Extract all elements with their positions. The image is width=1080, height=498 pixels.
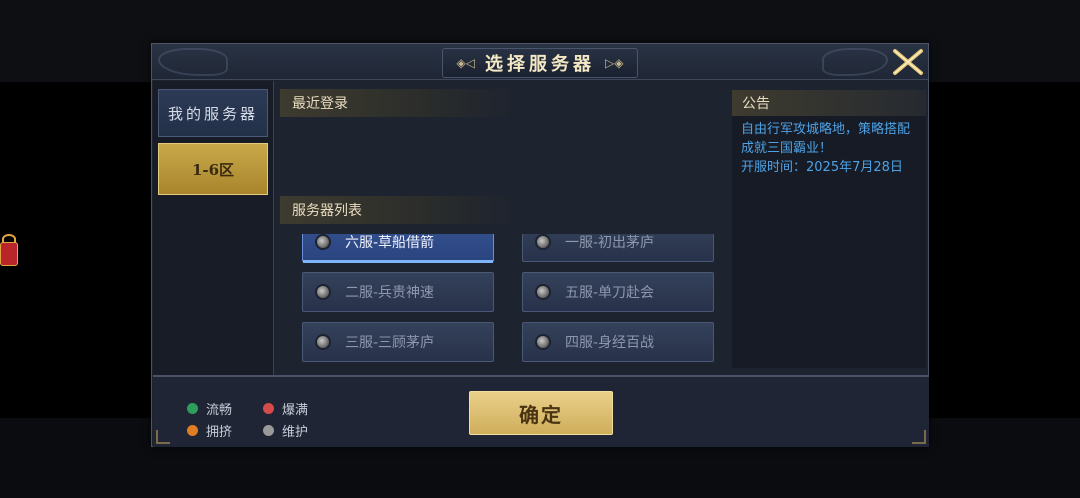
- orange-dot-icon: [187, 425, 198, 436]
- close-icon: [893, 49, 923, 75]
- green-dot-icon: [187, 403, 198, 414]
- my-servers-tab[interactable]: 我的服务器: [158, 89, 268, 137]
- recent-login-header: 最近登录: [280, 89, 520, 117]
- server-name: 二服-兵贵神速: [345, 285, 435, 301]
- red-dot-icon: [263, 403, 274, 414]
- server-item-3[interactable]: 三服-三顾茅庐: [302, 322, 494, 362]
- server-item-5[interactable]: 五服-单刀赴会: [522, 272, 714, 312]
- status-dot-icon: [315, 234, 331, 250]
- status-dot-icon: [315, 334, 331, 350]
- region-tab-1-6[interactable]: 1-6区: [158, 143, 268, 195]
- server-name: 六服-草船借箭: [345, 235, 435, 251]
- server-list-header: 服务器列表: [280, 196, 520, 224]
- status-dot-icon: [535, 334, 551, 350]
- close-button[interactable]: [890, 46, 926, 78]
- legend-full: 爆满: [263, 399, 308, 418]
- region-sidebar: 我的服务器 1-6区: [153, 81, 274, 375]
- title-bar: ◈◁ 选择服务器 ▷◈: [152, 44, 928, 80]
- corner-ornament-icon: [912, 430, 926, 444]
- confirm-button[interactable]: 确定: [469, 391, 613, 435]
- corner-ornament-icon: [156, 430, 170, 444]
- legend-maintenance: 维护: [263, 421, 308, 440]
- server-name: 五服-单刀赴会: [565, 285, 655, 301]
- server-item-4[interactable]: 四服-身经百战: [522, 322, 714, 362]
- notice-line: 开服时间：2025年7月28日: [741, 160, 903, 175]
- cloud-ornament-icon: [822, 48, 888, 76]
- title-plate: ◈◁ 选择服务器 ▷◈: [442, 48, 638, 78]
- gift-icon[interactable]: [0, 230, 20, 270]
- server-name: 一服-初出茅庐: [565, 235, 655, 251]
- ornament-right-icon: ▷◈: [605, 56, 624, 70]
- server-item-2[interactable]: 二服-兵贵神速: [302, 272, 494, 312]
- server-name: 四服-身经百战: [565, 335, 655, 351]
- notice-body: 自由行军攻城略地，策略搭配成就三国霸业！ 开服时间：2025年7月28日: [741, 120, 919, 177]
- server-item-1[interactable]: 一服-初出茅庐: [522, 234, 714, 262]
- gray-dot-icon: [263, 425, 274, 436]
- notice-panel: 公告 自由行军攻城略地，策略搭配成就三国霸业！ 开服时间：2025年7月28日: [732, 90, 926, 368]
- dialog-title: 选择服务器: [485, 54, 595, 75]
- status-dot-icon: [315, 284, 331, 300]
- legend-crowded: 拥挤: [187, 421, 232, 440]
- server-item-6[interactable]: 六服-草船借箭: [302, 234, 494, 263]
- footer-bar: 流畅 爆满 拥挤 维护 确定: [153, 375, 929, 447]
- cloud-ornament-icon: [158, 48, 228, 76]
- ornament-left-icon: ◈◁: [456, 56, 475, 70]
- notice-line: 自由行军攻城略地，策略搭配成就三国霸业！: [741, 122, 911, 156]
- notice-header: 公告: [732, 90, 926, 116]
- status-dot-icon: [535, 284, 551, 300]
- server-list[interactable]: 六服-草船借箭 一服-初出茅庐 二服-兵贵神速 五服-单刀赴会 三服-三顾茅庐 …: [280, 234, 729, 369]
- legend-smooth: 流畅: [187, 399, 232, 418]
- server-name: 三服-三顾茅庐: [345, 335, 435, 351]
- server-select-dialog: ◈◁ 选择服务器 ▷◈ 我的服务器 1-6区 最近登录 服务器列表 六服-草船借…: [151, 43, 929, 447]
- status-dot-icon: [535, 234, 551, 250]
- server-panel: 最近登录 服务器列表 六服-草船借箭 一服-初出茅庐 二服-兵贵神速 五服-单刀…: [280, 89, 729, 369]
